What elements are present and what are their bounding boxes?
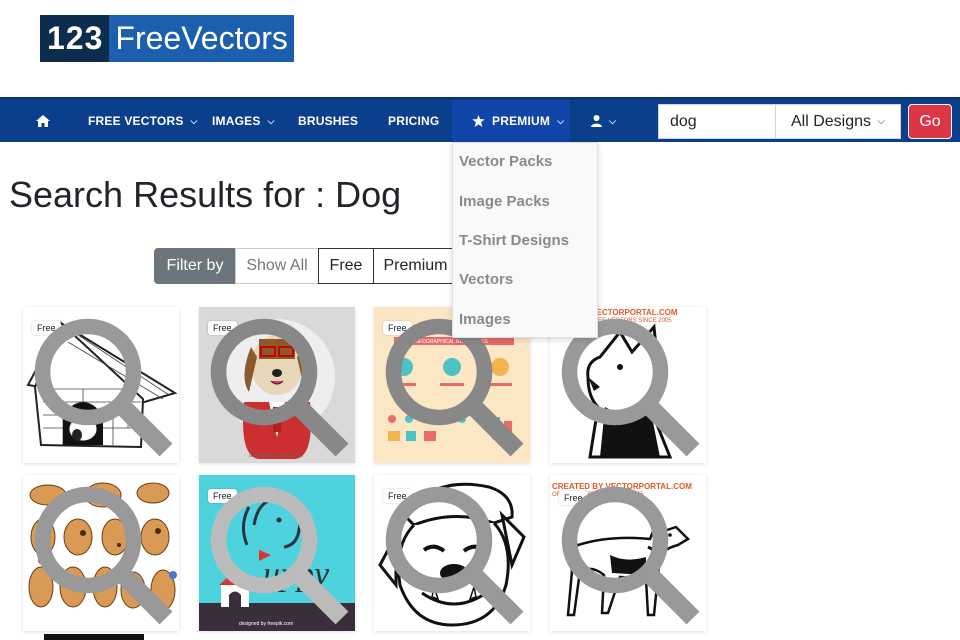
chevron-down-icon: ⌵ xyxy=(877,116,885,127)
zoom-icon[interactable] xyxy=(199,307,355,463)
site-logo[interactable]: 123 FreeVectors xyxy=(40,15,294,62)
zoom-icon[interactable] xyxy=(23,475,179,631)
design-type-select-value: All Designs xyxy=(791,112,872,130)
nav-images[interactable]: IMAGES ⌵ xyxy=(212,100,275,142)
zoom-icon[interactable] xyxy=(23,307,179,463)
home-icon xyxy=(36,115,50,127)
nav-free-vectors-label: FREE VECTORS xyxy=(88,114,184,128)
filter-label: Filter by xyxy=(154,248,236,284)
dropdown-item-vectors[interactable]: Vectors xyxy=(459,271,513,288)
nav-account[interactable]: ⌵ xyxy=(591,100,616,142)
logo-word: FreeVectors xyxy=(109,15,294,62)
result-card-bull-terrier[interactable]: CREATED BY VECTORPORTAL.COM OF FREE VECT… xyxy=(550,475,706,631)
logo-number: 123 xyxy=(40,15,110,62)
dropdown-item-images[interactable]: Images xyxy=(459,311,511,328)
nav-brushes[interactable]: BRUSHES xyxy=(298,100,358,142)
chevron-down-icon: ⌵ xyxy=(267,115,275,126)
dropdown-item-image-packs[interactable]: Image Packs xyxy=(459,193,550,210)
result-card-puppy-lettering[interactable]: uppy designed by freepik.com Free xyxy=(199,475,355,631)
nav-premium[interactable]: PREMIUM ⌵ xyxy=(452,100,570,142)
nav-pricing-label: PRICING xyxy=(388,114,440,128)
zoom-icon[interactable] xyxy=(199,475,355,631)
dropdown-item-tshirt-designs[interactable]: T-Shirt Designs xyxy=(459,232,569,249)
nav-free-vectors[interactable]: FREE VECTORS ⌵ xyxy=(88,100,198,142)
search-input[interactable]: dog xyxy=(658,104,776,139)
filter-free-button[interactable]: Free xyxy=(318,248,374,284)
result-card-bulldog-cap[interactable]: Free xyxy=(374,475,530,631)
filter-premium-button[interactable]: Premium xyxy=(373,248,457,284)
search-input-value: dog xyxy=(670,112,697,130)
go-button[interactable]: Go xyxy=(908,104,952,139)
main-navbar: FREE VECTORS ⌵ IMAGES ⌵ BRUSHES PRICING PR… xyxy=(0,97,960,142)
zoom-icon[interactable] xyxy=(374,475,530,631)
result-card-doghouse[interactable]: Free xyxy=(23,307,179,463)
nav-images-label: IMAGES xyxy=(212,114,261,128)
star-icon xyxy=(472,115,485,127)
page-title: Search Results for : Dog xyxy=(9,174,402,215)
nav-brushes-label: BRUSHES xyxy=(298,114,359,128)
chevron-down-icon: ⌵ xyxy=(190,115,198,126)
result-card-dog-collection[interactable] xyxy=(23,475,179,631)
nav-home[interactable] xyxy=(36,100,50,142)
nav-pricing[interactable]: PRICING xyxy=(388,100,439,142)
chevron-down-icon: ⌵ xyxy=(557,115,565,126)
dropdown-item-vector-packs[interactable]: Vector Packs xyxy=(459,153,552,170)
filter-group: Filter by Show All Free Premium xyxy=(154,248,457,284)
chevron-down-icon: ⌵ xyxy=(609,115,617,126)
next-row-card-peek xyxy=(44,634,144,640)
zoom-icon[interactable] xyxy=(550,475,706,631)
result-card-beagle-sweater[interactable]: designed by freepik.com Free xyxy=(199,307,355,463)
nav-premium-label: PREMIUM xyxy=(492,114,551,128)
filter-show-all-button[interactable]: Show All xyxy=(235,248,319,284)
premium-dropdown-menu: Vector Packs Image Packs T-Shirt Designs… xyxy=(452,142,598,338)
user-icon xyxy=(591,115,602,127)
design-type-select[interactable]: All Designs ⌵ xyxy=(775,104,901,139)
